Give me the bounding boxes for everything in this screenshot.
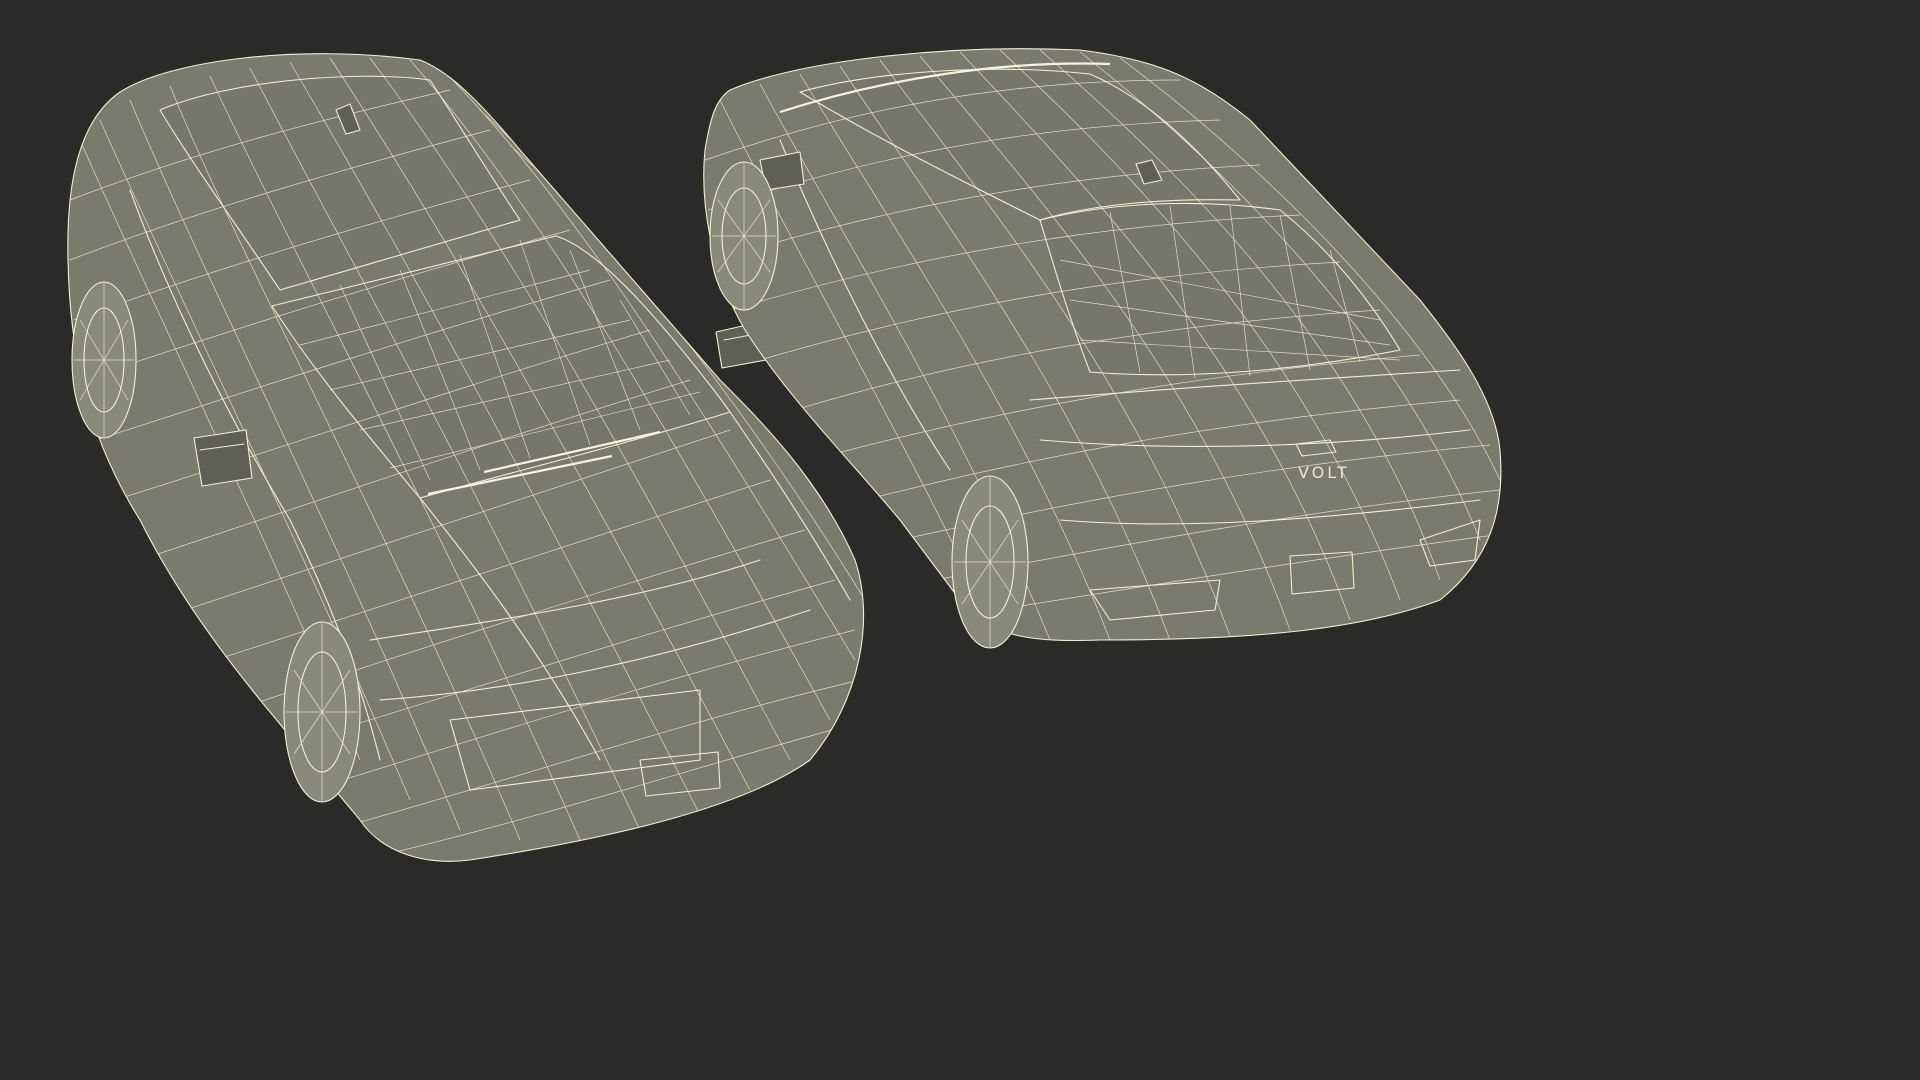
car-front-wheel-front (283, 621, 361, 803)
car-front-mirror-left (193, 429, 253, 487)
car-rear-wheel-rear (951, 475, 1029, 649)
render-viewport: VOLT (0, 0, 1568, 882)
car-rear-wheel-front (709, 161, 779, 311)
car-front-wheel-rear (71, 281, 137, 439)
car-rear-badge-text: VOLT (1298, 463, 1350, 482)
